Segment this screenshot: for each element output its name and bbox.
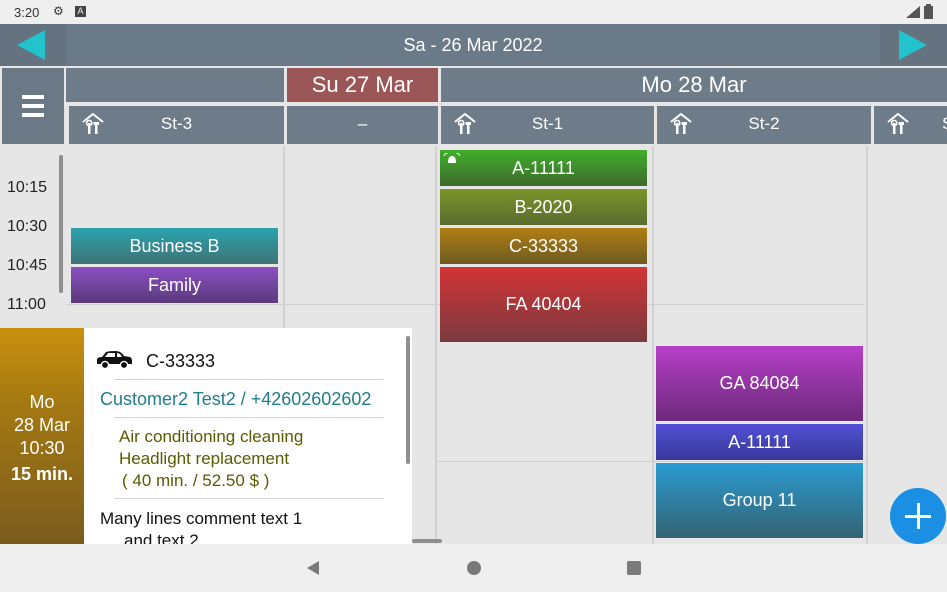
station-header-st-3[interactable]: St-3 xyxy=(69,106,284,144)
appointment-c-33333[interactable]: C-33333 xyxy=(440,228,647,264)
popup-day: Mo xyxy=(29,392,55,412)
appointment-a-11111[interactable]: A-11111 xyxy=(440,150,647,186)
appointment-group-11[interactable]: Group 11 xyxy=(656,463,863,538)
appointment-label: B-2020 xyxy=(514,196,573,217)
station-label: S xyxy=(942,106,947,142)
a-box-icon: A xyxy=(75,6,86,17)
alarm-bell-icon xyxy=(443,153,461,163)
appointment-ga-84084[interactable]: GA 84084 xyxy=(656,346,863,421)
appointment-label: Group 11 xyxy=(722,490,797,510)
hamburger-menu-icon xyxy=(22,95,44,117)
appointment-label: FA 40404 xyxy=(505,294,582,314)
popup-scrollbar[interactable] xyxy=(406,336,410,464)
garage-tools-icon xyxy=(454,112,476,134)
separator xyxy=(114,417,384,418)
appointment-family[interactable]: Family xyxy=(71,267,278,303)
settings-icon: ⚙ xyxy=(53,4,64,18)
popup-date: 28 Mar xyxy=(13,415,71,435)
appointment-label: A-11111 xyxy=(728,431,791,452)
home-circle-icon[interactable] xyxy=(466,560,482,576)
popup-service-2: Headlight replacement xyxy=(119,449,290,468)
column-divider xyxy=(435,146,437,544)
status-time: 3:20 xyxy=(14,5,40,20)
station-label: St-1 xyxy=(531,114,564,133)
appointment-details-popup[interactable]: C-33333 Customer2 Test2 / +42602602602 A… xyxy=(84,328,412,544)
car-icon xyxy=(97,351,132,370)
day-header-sunday[interactable]: Su 27 Mar xyxy=(287,68,438,102)
popup-totals: ( 40 min. / 52.50 $ ) xyxy=(122,471,270,490)
popup-time-panel: Mo 28 Mar 10:30 15 min. xyxy=(0,328,84,544)
status-bar: 3:20 ⚙ A xyxy=(0,0,947,24)
right-triangle-icon xyxy=(899,30,927,60)
column-divider xyxy=(652,146,654,544)
popup-comment-2: and text 2 xyxy=(124,531,199,544)
station-header-st-1[interactable]: St-1 xyxy=(441,106,654,144)
day-header-monday[interactable]: Mo 28 Mar xyxy=(441,68,947,102)
time-label: 10:45 xyxy=(7,257,48,274)
add-appointment-button[interactable] xyxy=(890,488,946,544)
day-header-blank xyxy=(66,68,284,102)
appointment-label: Family xyxy=(148,274,201,295)
system-navigation-bar xyxy=(0,544,947,592)
appointment-fa-40404[interactable]: FA 40404 xyxy=(440,267,647,342)
hour-line xyxy=(436,461,866,462)
popup-duration: 15 min. xyxy=(10,464,74,484)
station-header-none[interactable]: – xyxy=(287,106,438,144)
current-date-title[interactable]: Sa - 26 Mar 2022 xyxy=(66,24,880,66)
garage-tools-icon xyxy=(82,112,104,134)
appointment-a-11111-st2[interactable]: A-11111 xyxy=(656,424,863,460)
station-label: St-2 xyxy=(748,114,780,133)
plus-icon xyxy=(890,488,946,544)
battery-icon xyxy=(924,4,933,19)
garage-tools-icon xyxy=(887,112,909,134)
column-divider xyxy=(866,146,868,544)
separator xyxy=(114,498,384,499)
station-label: St-3 xyxy=(160,114,193,133)
station-header-st-2[interactable]: St-2 xyxy=(657,106,871,144)
popup-time: 10:30 xyxy=(19,438,65,458)
popup-service-1: Air conditioning cleaning xyxy=(119,427,304,446)
appointment-label: Business B xyxy=(129,235,220,256)
signal-icon xyxy=(906,6,920,18)
time-label: 10:15 xyxy=(7,179,48,196)
horizontal-scrollbar[interactable] xyxy=(412,539,442,543)
appointment-label: A-11111 xyxy=(512,157,575,178)
next-day-button[interactable] xyxy=(880,24,947,66)
appointment-business-b[interactable]: Business B xyxy=(71,228,278,264)
left-triangle-icon xyxy=(17,30,45,60)
appointment-label: GA 84084 xyxy=(719,373,800,393)
separator xyxy=(114,379,384,380)
appointment-b-2020[interactable]: B-2020 xyxy=(440,189,647,225)
previous-day-button[interactable] xyxy=(0,24,66,66)
popup-comment-1: Many lines comment text 1 xyxy=(100,509,303,528)
back-triangle-icon[interactable] xyxy=(305,560,321,576)
station-header-partial[interactable]: S xyxy=(874,106,947,144)
popup-customer[interactable]: Customer2 Test2 / +42602602602 xyxy=(100,389,371,410)
popup-plate: C-33333 xyxy=(146,351,216,371)
vertical-scrollbar[interactable] xyxy=(59,155,63,293)
recent-square-icon[interactable] xyxy=(626,560,642,576)
appointment-label: C-33333 xyxy=(508,235,579,256)
time-label: 11:00 xyxy=(7,296,46,313)
menu-button[interactable] xyxy=(2,68,64,144)
garage-tools-icon xyxy=(670,112,692,134)
station-label: – xyxy=(357,114,368,133)
time-label: 10:30 xyxy=(7,218,48,235)
